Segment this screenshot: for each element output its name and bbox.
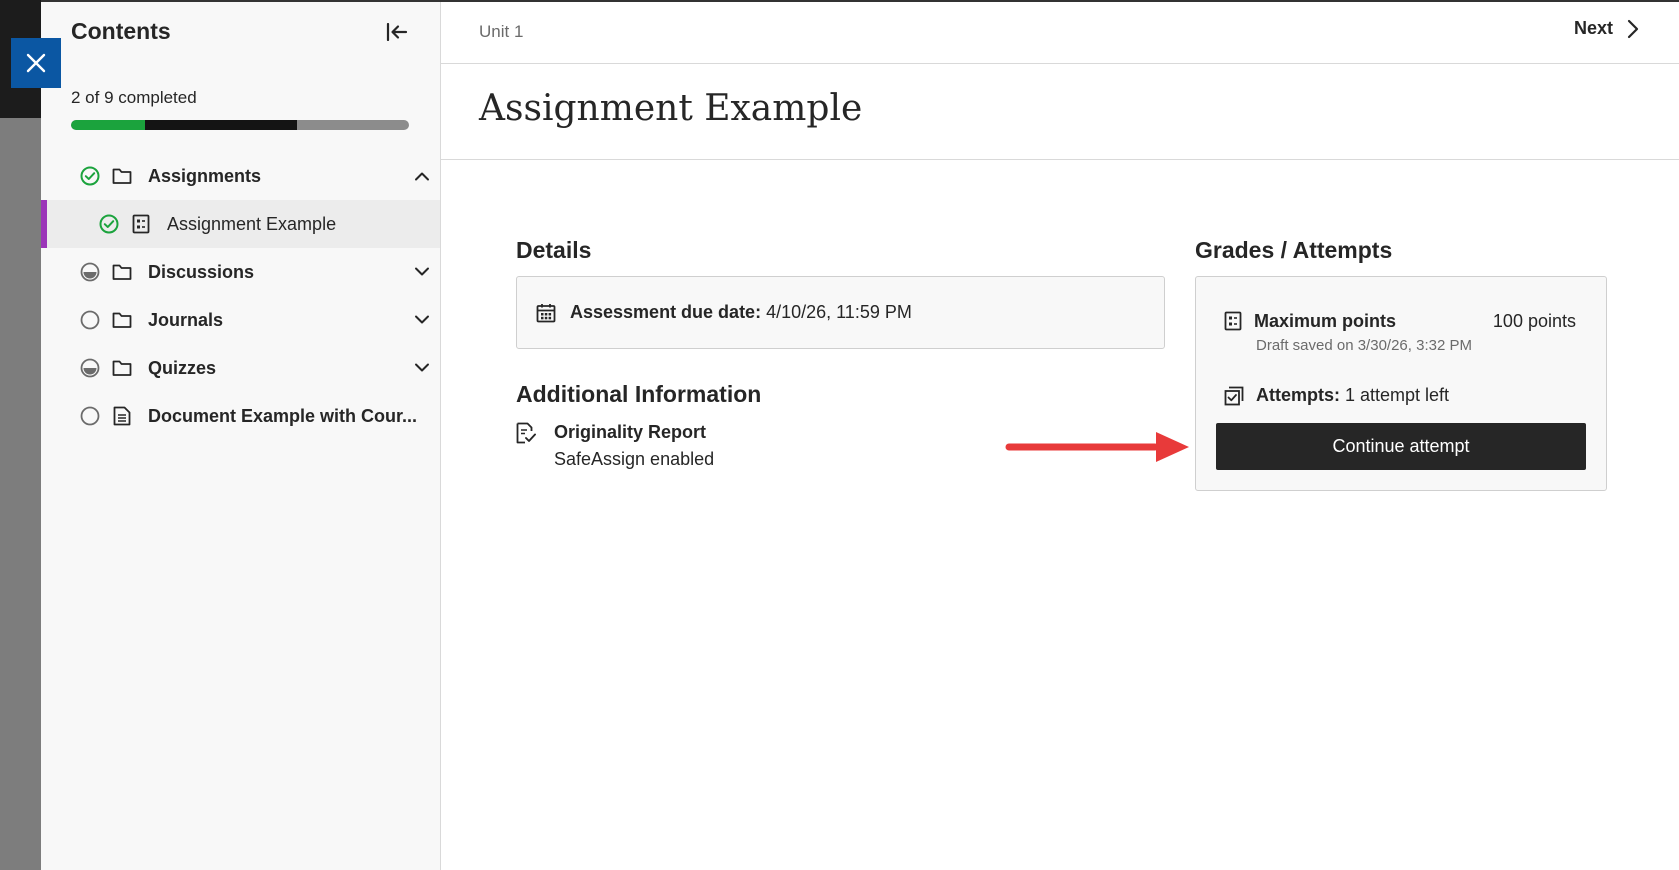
- continue-attempt-button[interactable]: Continue attempt: [1216, 423, 1586, 470]
- tree-item-document-example[interactable]: Document Example with Cour...: [41, 392, 440, 440]
- max-points-row: Maximum points: [1224, 311, 1396, 332]
- close-button[interactable]: [11, 38, 61, 88]
- red-arrow-annotation: [1005, 432, 1189, 462]
- tree-item-label: Assignments: [148, 165, 262, 186]
- folder-icon: [112, 358, 132, 378]
- details-heading: Details: [516, 237, 592, 263]
- originality-subtitle: SafeAssign enabled: [554, 449, 715, 469]
- not-started-circle-icon: [80, 310, 100, 330]
- tree-item-assignment-example[interactable]: Assignment Example: [41, 200, 440, 248]
- tree-item-label: Document Example with Cour...: [148, 405, 418, 426]
- collapse-left-icon: [386, 23, 408, 41]
- title-bar: Assignment Example: [441, 64, 1679, 160]
- page-title: Assignment Example: [479, 88, 863, 129]
- chevron-down-icon[interactable]: [412, 358, 432, 378]
- chevron-down-icon[interactable]: [412, 262, 432, 282]
- calendar-icon: [536, 303, 556, 322]
- details-box: Assessment due date: 4/10/26, 11:59 PM: [516, 276, 1165, 349]
- grades-attempts-box: Maximum points 100 points Draft saved on…: [1195, 276, 1607, 491]
- completed-check-icon: [80, 166, 100, 186]
- progress-in-progress-segment: [145, 120, 298, 130]
- grades-heading: Grades / Attempts: [1195, 237, 1393, 263]
- progress-completed-segment: [71, 120, 146, 130]
- contents-sidebar: Contents 2 of 9 completed Assignments As…: [41, 2, 441, 870]
- folder-icon: [112, 166, 132, 186]
- tree-item-discussions[interactable]: Discussions: [41, 248, 440, 296]
- attempts-text: Attempts: 1 attempt left: [1256, 385, 1449, 406]
- contents-tree: Assignments Assignment Example Discussio…: [41, 152, 440, 440]
- draft-saved-text: Draft saved on 3/30/26, 3:32 PM: [1256, 337, 1472, 354]
- tree-item-label: Journals: [148, 309, 224, 330]
- assignment-icon: [131, 214, 151, 234]
- attempts-value: 1 attempt left: [1340, 385, 1450, 405]
- assignment-icon: [1224, 311, 1242, 331]
- tree-item-label: Quizzes: [148, 357, 217, 378]
- chevron-right-icon: [1627, 19, 1639, 38]
- due-date-text: Assessment due date: 4/10/26, 11:59 PM: [570, 302, 912, 323]
- sidebar-title: Contents: [71, 18, 171, 44]
- collapse-sidebar-button[interactable]: [381, 18, 413, 46]
- max-points-label: Maximum points: [1254, 311, 1397, 331]
- originality-report: Originality Report SafeAssign enabled: [516, 422, 714, 470]
- tree-item-quizzes[interactable]: Quizzes: [41, 344, 440, 392]
- chevron-up-icon[interactable]: [412, 166, 432, 186]
- tree-item-assignments[interactable]: Assignments: [41, 152, 440, 200]
- additional-info-heading: Additional Information: [516, 381, 762, 407]
- folder-icon: [112, 310, 132, 330]
- tree-item-label: Discussions: [148, 261, 255, 282]
- folder-icon: [112, 262, 132, 282]
- attempts-label: Attempts:: [1256, 385, 1340, 405]
- max-points-value: 100 points: [1492, 311, 1576, 331]
- in-progress-half-icon: [80, 358, 100, 378]
- in-progress-half-icon: [80, 262, 100, 282]
- breadcrumb[interactable]: Unit 1: [479, 22, 523, 42]
- originality-text: Originality Report SafeAssign enabled: [554, 422, 714, 470]
- originality-title: Originality Report: [554, 422, 707, 442]
- close-icon: [26, 53, 46, 73]
- not-started-circle-icon: [80, 406, 100, 426]
- progress-bar: [71, 120, 409, 130]
- completed-check-icon: [99, 214, 119, 234]
- chevron-down-icon[interactable]: [412, 310, 432, 330]
- attempts-row: Attempts: 1 attempt left: [1224, 385, 1449, 406]
- tree-item-label: Assignment Example: [167, 213, 337, 234]
- attempts-icon: [1224, 386, 1244, 405]
- next-label: Next: [1573, 18, 1613, 38]
- due-date-label: Assessment due date:: [570, 302, 762, 322]
- next-button[interactable]: Next: [1574, 18, 1639, 39]
- originality-report-icon: [516, 422, 536, 444]
- top-header: Unit 1 Next: [441, 2, 1679, 64]
- tree-item-journals[interactable]: Journals: [41, 296, 440, 344]
- progress-text: 2 of 9 completed: [71, 88, 197, 107]
- due-date-value: 4/10/26, 11:59 PM: [761, 302, 912, 322]
- background-overlay: [0, 0, 41, 870]
- document-icon: [112, 406, 132, 426]
